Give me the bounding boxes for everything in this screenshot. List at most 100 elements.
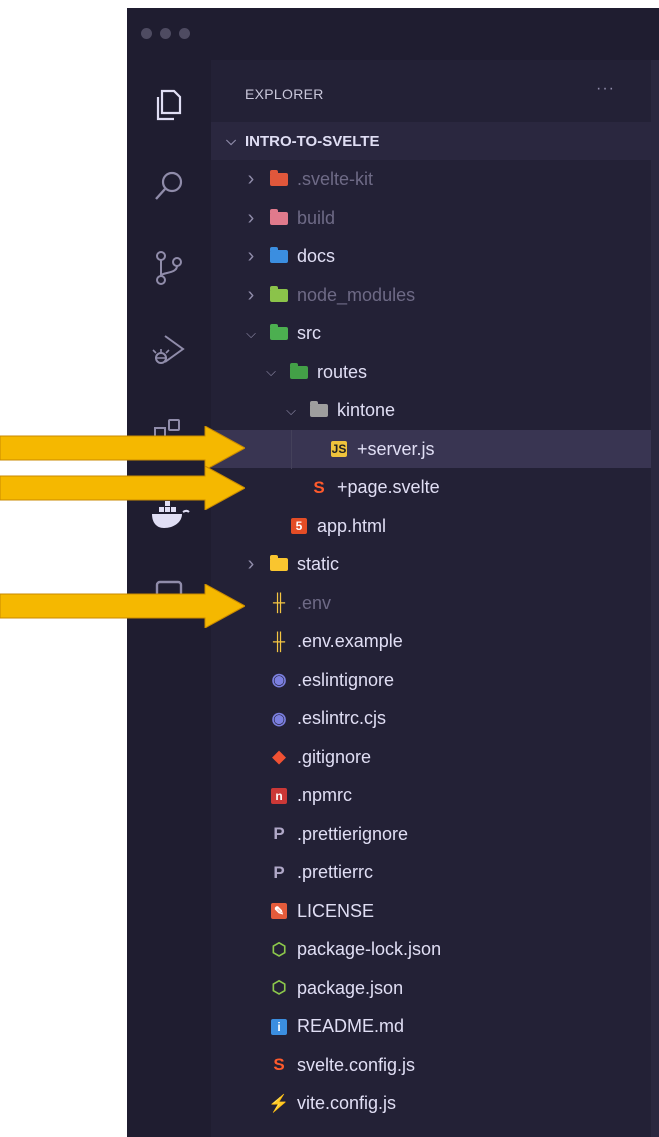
tree-item-label: +server.js bbox=[357, 438, 435, 459]
tree-item-label: .prettierrc bbox=[297, 862, 374, 882]
tree-folder[interactable]: › .svelte-kit bbox=[211, 161, 651, 199]
tree-folder[interactable]: ⌵ kintone bbox=[211, 392, 651, 430]
vscode-window: EXPLORER ··· ⌵ INTRO-TO-SVELTE › .svelte-ki… bbox=[127, 8, 659, 1137]
tree-file[interactable]: 5 app.html bbox=[211, 507, 651, 545]
folder-icon bbox=[269, 247, 289, 266]
tree-item-label: src bbox=[297, 323, 321, 343]
tree-item-label: .env bbox=[297, 592, 332, 613]
tree-item-label: kintone bbox=[337, 400, 396, 420]
tree-item-label: .svelte-kit bbox=[297, 169, 374, 189]
tree-file[interactable]: ◆ .gitignore bbox=[211, 738, 651, 776]
tree-file[interactable]: ⚡ vite.config.js bbox=[211, 1085, 651, 1123]
nodejs-file-icon: ⬡ bbox=[271, 978, 287, 997]
folder-icon bbox=[269, 555, 289, 574]
tree-file[interactable]: ⬡ package-lock.json bbox=[211, 931, 651, 969]
tree-file[interactable]: P .prettierrc bbox=[211, 854, 651, 892]
tree-file[interactable]: ╫ .env bbox=[211, 584, 651, 622]
npm-file-icon: n bbox=[271, 787, 287, 804]
tree-file[interactable]: n .npmrc bbox=[211, 777, 651, 815]
tree-item-label: .env.example bbox=[297, 631, 403, 651]
chevron-down-icon: ⌵ bbox=[286, 402, 296, 418]
tree-folder[interactable]: › static bbox=[211, 546, 651, 584]
chevron-right-icon: › bbox=[247, 553, 255, 575]
title-bar bbox=[127, 8, 659, 60]
tree-item-label: .eslintignore bbox=[297, 669, 395, 690]
tree-item-label: vite.config.js bbox=[297, 1093, 397, 1113]
chevron-down-icon: ⌵ bbox=[246, 325, 256, 341]
info-file-icon: i bbox=[271, 1018, 287, 1035]
indent-guide bbox=[291, 430, 292, 469]
chevron-right-icon: › bbox=[247, 206, 255, 229]
tree-file[interactable]: ◉ .eslintignore bbox=[211, 661, 651, 699]
close-window-button[interactable] bbox=[141, 28, 152, 39]
tree-item-label: LICENSE bbox=[297, 900, 375, 921]
source-control-icon[interactable] bbox=[147, 246, 191, 290]
tree-file[interactable]: i README.md bbox=[211, 1008, 651, 1046]
tree-root[interactable]: ⌵ INTRO-TO-SVELTE bbox=[211, 122, 651, 160]
chevron-right-icon: › bbox=[247, 283, 255, 306]
more-actions-icon[interactable]: ··· bbox=[596, 80, 615, 98]
tree-item-label: node_modules bbox=[297, 284, 416, 305]
folder-icon bbox=[269, 324, 289, 343]
files-icon[interactable] bbox=[147, 82, 191, 126]
tree-item-label: build bbox=[297, 207, 336, 228]
eslint-file-icon: ◉ bbox=[271, 708, 287, 728]
javascript-file-icon: JS bbox=[331, 441, 347, 457]
tree-folder[interactable]: ⌵ routes bbox=[211, 353, 651, 391]
minimize-window-button[interactable] bbox=[160, 28, 171, 39]
chevron-right-icon: › bbox=[247, 245, 255, 267]
env-file-icon: ╫ bbox=[272, 631, 286, 651]
chevron-right-icon: › bbox=[247, 168, 255, 190]
tree-item-label: INTRO-TO-SVELTE bbox=[245, 132, 380, 150]
tree-item-label: package-lock.json bbox=[297, 939, 442, 959]
tree-file[interactable]: ⬡ package.json bbox=[211, 969, 651, 1007]
tree-file[interactable]: Ssvelte.config.js bbox=[211, 1046, 651, 1084]
tree-folder[interactable]: › docs bbox=[211, 238, 651, 276]
tree-item-label: package.json bbox=[297, 977, 404, 998]
tree-item-label: svelte.config.js bbox=[297, 1054, 416, 1075]
tree-item-label: routes bbox=[317, 361, 368, 382]
folder-icon bbox=[289, 362, 309, 381]
maximize-window-button[interactable] bbox=[179, 28, 190, 39]
run-debug-icon[interactable] bbox=[147, 328, 191, 372]
tree-file[interactable]: JS +server.js bbox=[211, 430, 651, 468]
tree-item-label: .prettierignore bbox=[297, 823, 409, 844]
tree-file[interactable]: ✎ LICENSE bbox=[211, 892, 651, 930]
tree-item-label: .npmrc bbox=[297, 785, 353, 805]
explorer-title: EXPLORER bbox=[245, 86, 324, 102]
svelte-file-icon: S bbox=[273, 1055, 285, 1074]
tree-file[interactable]: ╫ .env.example bbox=[211, 623, 651, 661]
tree-folder[interactable]: › node_modules bbox=[211, 276, 651, 314]
html-file-icon: 5 bbox=[291, 518, 307, 534]
tree-folder[interactable]: › build bbox=[211, 199, 651, 237]
tree-file[interactable]: P .prettierignore bbox=[211, 815, 651, 853]
chevron-down-icon: ⌵ bbox=[226, 133, 236, 148]
tree-item-label: .gitignore bbox=[297, 746, 372, 767]
prettier-file-icon: P bbox=[273, 862, 285, 882]
tree-folder[interactable]: ⌵ src bbox=[211, 315, 651, 353]
tree-item-label: static bbox=[297, 554, 340, 574]
svelte-file-icon: S bbox=[313, 477, 325, 497]
search-icon[interactable] bbox=[147, 164, 191, 208]
nodejs-file-icon: ⬡ bbox=[271, 939, 287, 959]
folder-icon bbox=[309, 401, 329, 420]
annotation-arrow bbox=[0, 426, 245, 470]
tree-item-label: README.md bbox=[297, 1016, 405, 1036]
tree-item-label: .eslintrc.cjs bbox=[297, 708, 387, 728]
annotation-arrow bbox=[0, 584, 245, 628]
explorer-sidebar: EXPLORER ··· ⌵ INTRO-TO-SVELTE › .svelte-ki… bbox=[211, 60, 659, 1137]
vite-file-icon: ⚡ bbox=[268, 1093, 290, 1113]
folder-icon bbox=[269, 285, 289, 304]
tree-file[interactable]: ◉ .eslintrc.cjs bbox=[211, 700, 651, 738]
tree-item-label: app.html bbox=[317, 515, 387, 536]
env-file-icon: ╫ bbox=[272, 593, 286, 612]
tree-item-label: +page.svelte bbox=[337, 477, 440, 497]
annotation-arrow bbox=[0, 466, 245, 510]
tree-item-label: docs bbox=[297, 246, 336, 266]
folder-icon bbox=[269, 170, 289, 189]
eslint-file-icon: ◉ bbox=[271, 670, 287, 689]
editor-edge bbox=[651, 60, 659, 1137]
folder-icon bbox=[269, 208, 289, 227]
tree-file[interactable]: S +page.svelte bbox=[211, 469, 651, 507]
prettier-file-icon: P bbox=[273, 824, 285, 843]
